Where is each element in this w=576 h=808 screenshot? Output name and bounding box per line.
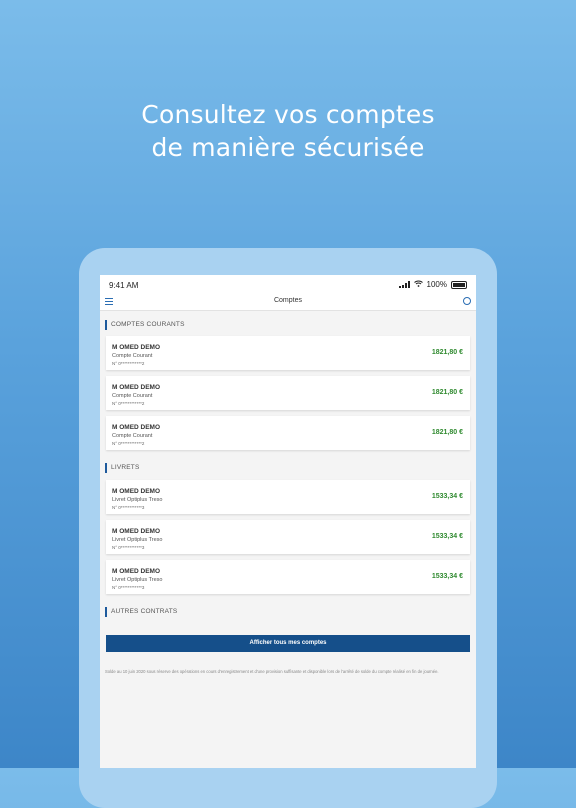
account-card[interactable]: M OMED DEMO Compte Courant N° 0*********…: [106, 416, 470, 450]
show-all-accounts-button[interactable]: Afficher tous mes comptes: [106, 635, 470, 652]
account-balance: 1533,34 €: [431, 493, 463, 500]
account-number: N° 0************2: [112, 401, 145, 406]
account-type: Compte Courant: [112, 433, 153, 439]
info-icon[interactable]: [463, 297, 471, 305]
account-holder: M OMED DEMO: [112, 568, 161, 575]
signal-icon: [398, 281, 410, 288]
balance-footnote: Solde au 10 juin 2020 sous réserve des o…: [105, 669, 439, 674]
account-card[interactable]: M OMED DEMO Compte Courant N° 0*********…: [106, 376, 470, 410]
battery-icon: [451, 280, 467, 289]
status-indicators: 100%: [398, 280, 467, 289]
account-holder: M OMED DEMO: [112, 528, 161, 535]
account-card[interactable]: M OMED DEMO Livret Optiplus Treso N° 0**…: [106, 520, 470, 554]
section-header-other-contracts: AUTRES CONTRATS: [105, 607, 177, 617]
account-holder: M OMED DEMO: [112, 384, 161, 391]
section-header-current-accounts: COMPTES COURANTS: [105, 320, 185, 330]
wifi-icon: [413, 280, 423, 289]
app-screen: 9:41 AM 100% Comptes COMPTES COURANTS M …: [100, 275, 476, 768]
nav-bar: Comptes: [100, 295, 476, 311]
section-header-savings: LIVRETS: [105, 463, 140, 473]
account-number: N° 0************3: [112, 505, 145, 510]
account-holder: M OMED DEMO: [112, 488, 161, 495]
account-number: N° 0************2: [112, 441, 145, 446]
account-balance: 1533,34 €: [431, 573, 463, 580]
account-number: N° 0************2: [112, 361, 145, 366]
account-card[interactable]: M OMED DEMO Livret Optiplus Treso N° 0**…: [106, 560, 470, 594]
account-balance: 1533,34 €: [431, 533, 463, 540]
promo-title-line-2: de manière sécurisée: [151, 133, 425, 162]
page-title: Comptes: [273, 297, 302, 304]
status-time: 9:41 AM: [109, 281, 139, 290]
account-type: Livret Optiplus Treso: [112, 577, 163, 583]
account-balance: 1821,80 €: [431, 429, 463, 436]
promo-title-line-1: Consultez vos comptes: [141, 100, 435, 129]
account-balance: 1821,80 €: [431, 349, 463, 356]
account-holder: M OMED DEMO: [112, 424, 161, 431]
account-card[interactable]: M OMED DEMO Livret Optiplus Treso N° 0**…: [106, 480, 470, 514]
account-type: Livret Optiplus Treso: [112, 537, 163, 543]
account-type: Compte Courant: [112, 393, 153, 399]
battery-percent: 100%: [426, 280, 447, 289]
account-card[interactable]: M OMED DEMO Compte Courant N° 0*********…: [106, 336, 470, 370]
promo-title: Consultez vos comptes de manière sécuris…: [0, 98, 576, 164]
account-type: Livret Optiplus Treso: [112, 497, 163, 503]
account-number: N° 0************3: [112, 545, 145, 550]
account-type: Compte Courant: [112, 353, 153, 359]
account-balance: 1821,80 €: [431, 389, 463, 396]
status-bar: 9:41 AM 100%: [100, 275, 476, 295]
account-holder: M OMED DEMO: [112, 344, 161, 351]
account-number: N° 0************3: [112, 585, 145, 590]
